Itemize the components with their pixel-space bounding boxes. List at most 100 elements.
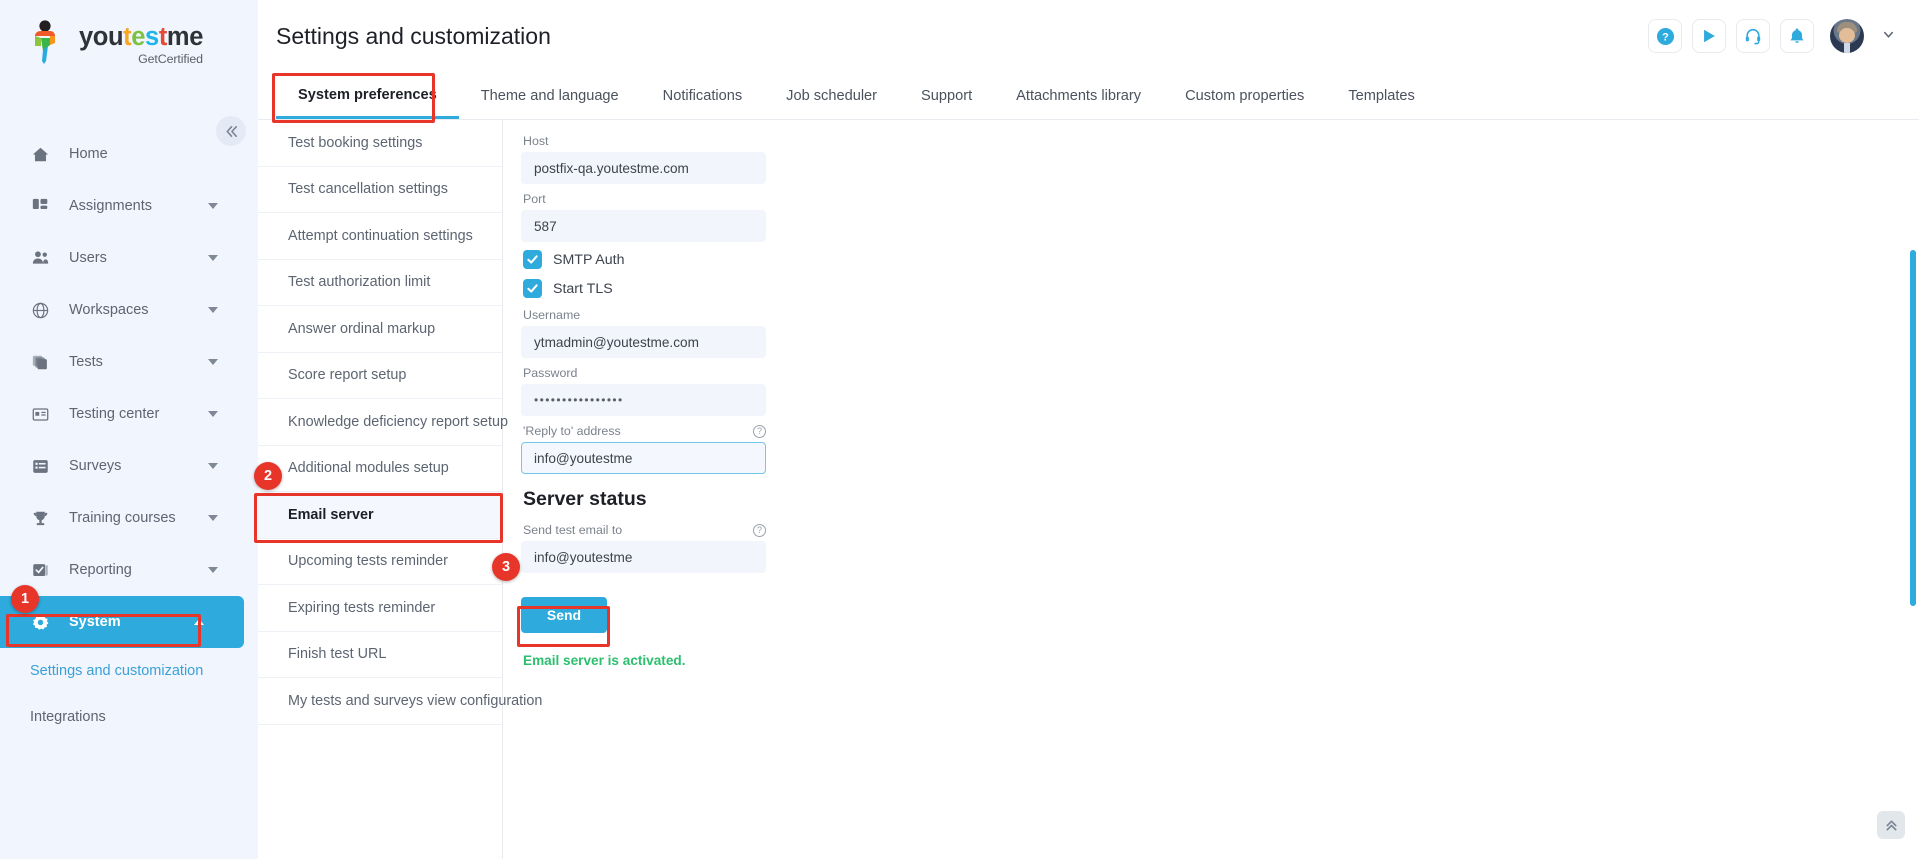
sidebar-subitem-label: Settings and customization [30,663,204,679]
subnav-item-email-server[interactable]: Email server [258,492,502,539]
smtp-auth-checkbox[interactable] [523,250,542,269]
subnav-item-test-booking-settings[interactable]: Test booking settings [258,120,502,167]
smtp-auth-row: SMTP Auth [523,250,1919,269]
sidebar-nav: Home Assignments Users Workspaces Tests … [0,128,258,740]
server-status-message: Email server is activated. [523,653,686,668]
start-tls-checkbox[interactable] [523,279,542,298]
tab-attachments-library[interactable]: Attachments library [994,73,1163,119]
sidebar-item-home[interactable]: Home [0,128,258,180]
password-input[interactable]: •••••••••••••••• [521,384,766,416]
chevron-down-icon[interactable] [208,515,218,521]
subnav-label: Upcoming tests reminder [288,553,448,570]
chevron-down-icon[interactable] [208,359,218,365]
sidebar-item-settings-and-customization[interactable]: Settings and customization [0,648,258,694]
chevron-down-icon[interactable] [208,567,218,573]
logo-part-s: s [145,23,159,51]
sidebar-item-training-courses[interactable]: Training courses [0,492,258,544]
port-field-group: Port 587 [521,192,766,242]
chevron-down-icon[interactable] [208,255,218,261]
subnav-item-expiring-tests-reminder[interactable]: Expiring tests reminder [258,585,502,632]
logo-part-e: e [131,23,146,51]
chevron-down-icon[interactable] [1882,28,1895,44]
tab-support[interactable]: Support [899,73,994,119]
reporting-icon [32,562,58,579]
sidebar-item-workspaces[interactable]: Workspaces [0,284,258,336]
users-icon [32,250,58,267]
reply-to-field-group: 'Reply to' address ? info@youtestme [521,424,766,474]
chevron-down-icon[interactable] [208,203,218,209]
send-test-email-help-icon[interactable]: ? [753,523,766,537]
subnav-item-test-authorization-limit[interactable]: Test authorization limit [258,260,502,306]
sidebar-item-reporting[interactable]: Reporting [0,544,258,596]
subnav-label: Score report setup [288,367,407,384]
chevron-up-icon[interactable] [194,619,204,625]
tab-label: Templates [1348,88,1415,104]
reply-to-help-icon[interactable]: ? [753,424,766,438]
brand-tagline: GetCertified [138,51,203,66]
subnav-label: Test cancellation settings [288,181,448,198]
sidebar-item-label: Reporting [69,562,132,578]
chevron-down-icon[interactable] [208,307,218,313]
subnav-item-attempt-continuation-settings[interactable]: Attempt continuation settings [258,213,502,260]
sidebar-item-testing-center[interactable]: Testing center [0,388,258,440]
tab-system-preferences[interactable]: System preferences [276,73,459,119]
tab-label: Theme and language [480,88,619,104]
brand-logo[interactable]: youtestme GetCertified [0,0,258,86]
settings-sub-nav: Test booking settings Test cancellation … [258,120,542,859]
subnav-item-finish-test-url[interactable]: Finish test URL [258,632,502,678]
tab-label: Support [921,88,973,104]
tab-label: Custom properties [1185,88,1305,104]
testing-center-icon [32,406,58,423]
home-icon [32,146,58,163]
avatar[interactable] [1830,19,1864,53]
sidebar-subitem-label: Integrations [30,709,106,725]
tab-custom-properties[interactable]: Custom properties [1163,73,1326,119]
send-test-email-input[interactable]: info@youtestme [521,541,766,573]
start-tls-row: Start TLS [523,279,1919,298]
reply-to-input[interactable]: info@youtestme [521,442,766,474]
tab-theme-and-language[interactable]: Theme and language [459,73,641,119]
sidebar-item-label: Surveys [69,458,122,474]
scroll-to-top-button[interactable] [1877,811,1905,839]
top-bar: Settings and customization ? [258,0,1919,72]
subnav-item-my-tests-and-surveys-view-configuration[interactable]: My tests and surveys view configuration [258,678,542,725]
left-sidebar: youtestme GetCertified Home Assignments … [0,0,258,859]
subnav-label: Finish test URL [288,646,387,663]
subnav-item-knowledge-deficiency-report-setup[interactable]: Knowledge deficiency report setup [258,399,508,446]
svg-text:?: ? [1662,31,1669,43]
help-icon[interactable]: ? [1648,19,1682,53]
send-button[interactable]: Send [521,597,607,633]
sidebar-item-integrations[interactable]: Integrations [0,694,258,740]
logo-part-me: me [166,23,203,51]
play-icon[interactable] [1692,19,1726,53]
host-input[interactable]: postfix-qa.youtestme.com [521,152,766,184]
sidebar-item-label: Assignments [69,198,153,214]
notifications-bell-icon[interactable] [1780,19,1814,53]
support-headset-icon[interactable] [1736,19,1770,53]
reply-to-label: 'Reply to' address [523,424,621,438]
subnav-label: Knowledge deficiency report setup [288,413,508,430]
subnav-item-test-cancellation-settings[interactable]: Test cancellation settings [258,167,502,213]
subnav-item-answer-ordinal-markup[interactable]: Answer ordinal markup [258,306,502,353]
send-test-email-label: Send test email to [523,523,623,537]
sidebar-item-assignments[interactable]: Assignments [0,180,258,232]
subnav-label: Email server [288,506,374,523]
subnav-item-additional-modules-setup[interactable]: Additional modules setup [258,446,502,492]
tab-templates[interactable]: Templates [1326,73,1437,119]
host-field-group: Host postfix-qa.youtestme.com [521,134,766,184]
sidebar-item-users[interactable]: Users [0,232,258,284]
username-label: Username [523,308,581,322]
vertical-scrollbar[interactable] [1910,250,1916,606]
chevron-down-icon[interactable] [208,411,218,417]
send-test-email-field-group: Send test email to ? info@youtestme [521,523,766,573]
port-input[interactable]: 587 [521,210,766,242]
tab-job-scheduler[interactable]: Job scheduler [764,73,899,119]
tab-notifications[interactable]: Notifications [641,73,765,119]
username-input[interactable]: ytmadmin@youtestme.com [521,326,766,358]
subnav-item-score-report-setup[interactable]: Score report setup [258,353,502,399]
surveys-icon [32,458,58,475]
subnav-item-upcoming-tests-reminder[interactable]: Upcoming tests reminder [258,539,502,585]
chevron-down-icon[interactable] [208,463,218,469]
sidebar-item-tests[interactable]: Tests [0,336,258,388]
sidebar-item-surveys[interactable]: Surveys [0,440,258,492]
